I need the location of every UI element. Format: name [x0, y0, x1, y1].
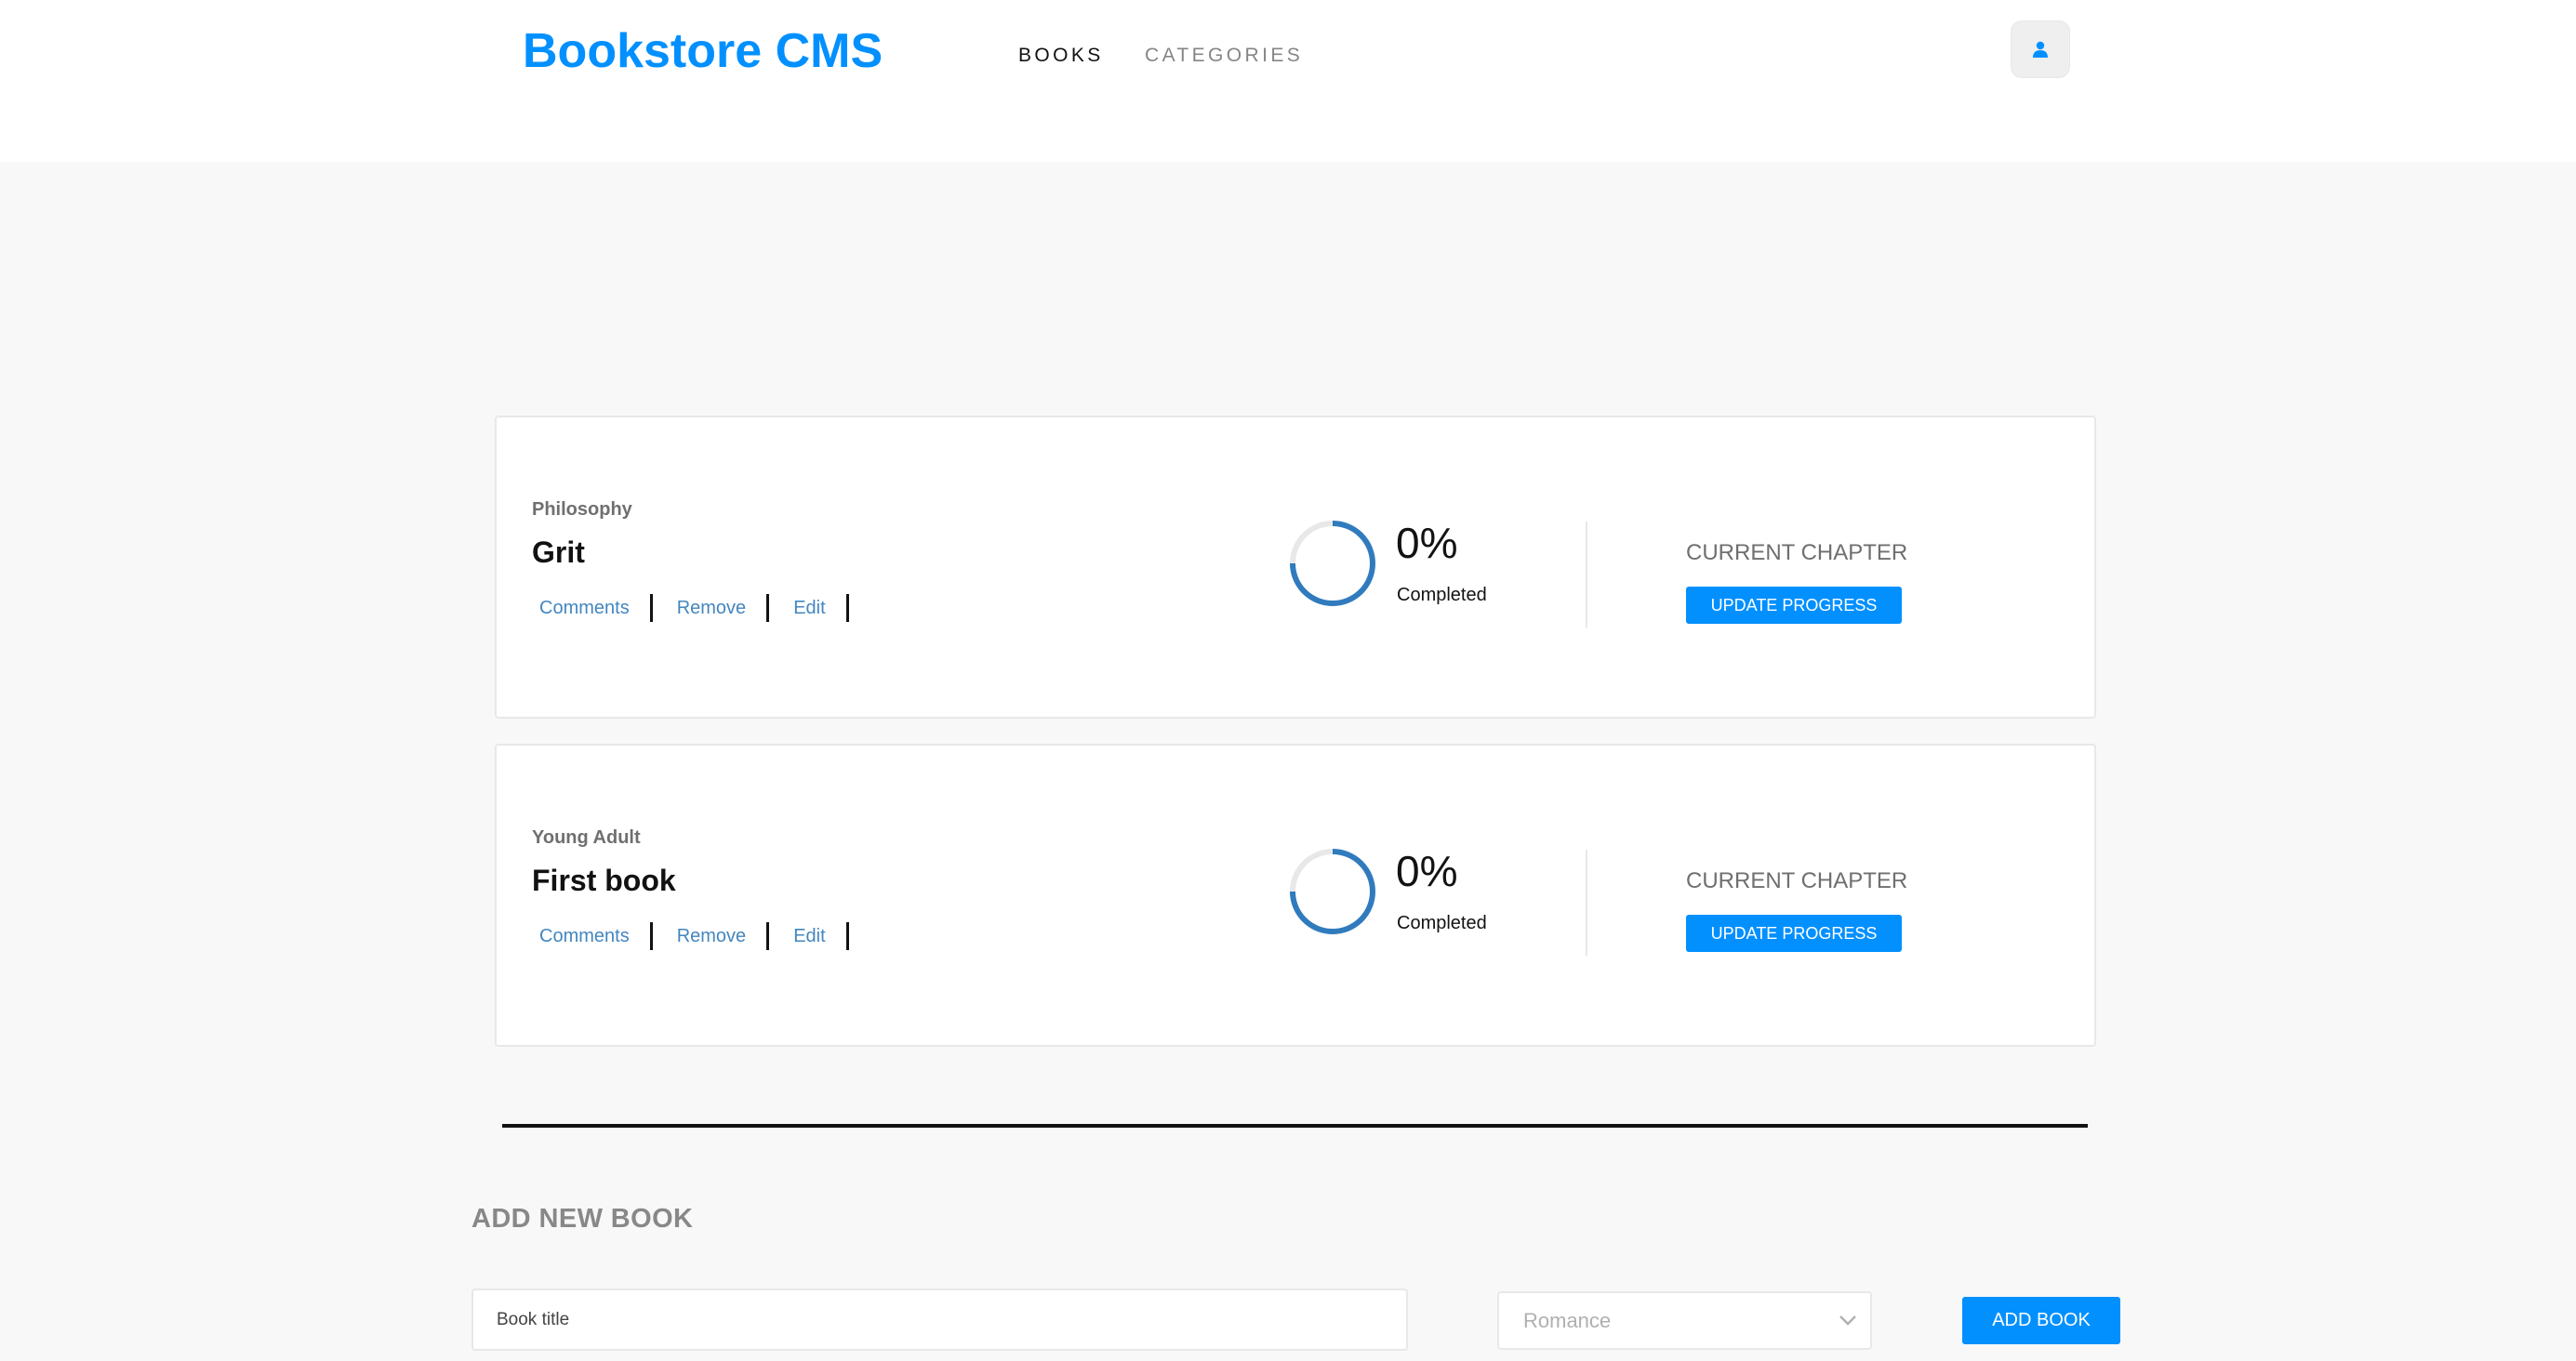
- remove-button[interactable]: Remove: [670, 922, 770, 950]
- comments-button[interactable]: Comments: [532, 922, 653, 950]
- progress-percent: 0%: [1396, 847, 1458, 895]
- remove-button[interactable]: Remove: [670, 594, 770, 622]
- add-book-heading: ADD NEW BOOK: [471, 1204, 694, 1234]
- divider: [1586, 522, 1587, 628]
- progress-ring: [1290, 521, 1375, 606]
- update-progress-button[interactable]: UPDATE PROGRESS: [1686, 915, 1902, 952]
- book-title-input[interactable]: [471, 1288, 1408, 1351]
- book-actions: Comments Remove Edit: [532, 594, 866, 622]
- completed-label: Completed: [1397, 585, 1487, 605]
- category-select[interactable]: Romance: [1497, 1291, 1872, 1350]
- book-title: First book: [532, 864, 676, 897]
- current-chapter-label: CURRENT CHAPTER: [1686, 540, 1908, 565]
- add-book-button[interactable]: ADD BOOK: [1962, 1297, 2120, 1344]
- book-title: Grit: [532, 535, 585, 569]
- completed-label: Completed: [1397, 913, 1487, 933]
- edit-button[interactable]: Edit: [786, 922, 849, 950]
- book-actions: Comments Remove Edit: [532, 922, 866, 950]
- category-selected-value: Romance: [1523, 1308, 1612, 1332]
- nav-books-link[interactable]: BOOKS: [1018, 45, 1104, 67]
- current-chapter-label: CURRENT CHAPTER: [1686, 868, 1908, 893]
- user-profile-button[interactable]: [2011, 20, 2070, 78]
- edit-button[interactable]: Edit: [786, 594, 849, 622]
- book-card: Young Adult First book Comments Remove E…: [495, 744, 2096, 1047]
- book-genre: Philosophy: [532, 499, 632, 520]
- chevron-down-icon: [1839, 1315, 1856, 1326]
- logo[interactable]: Bookstore CMS: [523, 23, 883, 79]
- header: Bookstore CMS BOOKS CATEGORIES: [0, 0, 2576, 162]
- divider: [1586, 850, 1587, 956]
- update-progress-button[interactable]: UPDATE PROGRESS: [1686, 587, 1902, 624]
- nav-categories-link[interactable]: CATEGORIES: [1145, 45, 1303, 67]
- book-genre: Young Adult: [532, 827, 641, 848]
- user-icon: [2033, 41, 2048, 58]
- comments-button[interactable]: Comments: [532, 594, 653, 622]
- progress-percent: 0%: [1396, 519, 1458, 567]
- progress-ring: [1290, 849, 1375, 934]
- section-divider: [502, 1124, 2088, 1128]
- book-card: Philosophy Grit Comments Remove Edit 0% …: [495, 416, 2096, 719]
